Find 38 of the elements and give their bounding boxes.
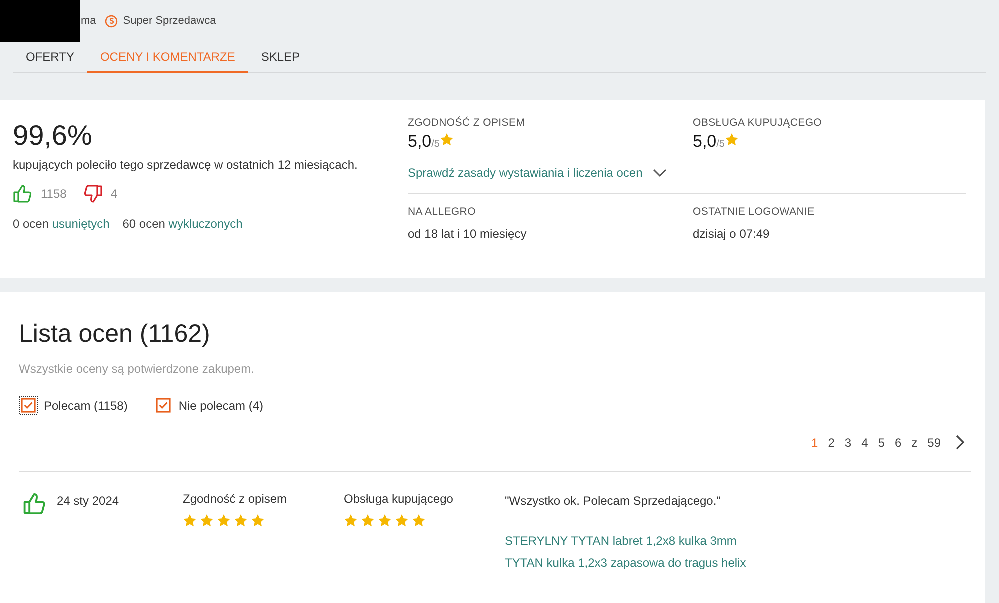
- page-link[interactable]: 4: [856, 436, 874, 450]
- criterion-label: Obsługa kupującego: [344, 492, 454, 506]
- review-comment: "Wszystko ok. Polecam Sprzedającego.": [505, 494, 722, 508]
- section-note: Wszystkie oceny są potwierdzone zakupem.: [19, 362, 256, 376]
- rating-label: ZGODNOŚĆ Z OPISEM: [408, 117, 526, 129]
- recommend-percent: 99,6%: [13, 120, 94, 152]
- section-title: Lista ocen (1162): [19, 320, 212, 349]
- rating-score: 5,0/5: [693, 132, 725, 152]
- page-link[interactable]: 3: [840, 436, 857, 450]
- recommend-caption: kupujących poleciło tego sprzedawcę w ostatnich 12 miesiącach.: [13, 158, 359, 172]
- info-value: od 18 lat i 10 miesięcy: [408, 227, 528, 241]
- info-value: dzisiaj o 07:49: [693, 227, 771, 241]
- page-link[interactable]: 5: [873, 436, 890, 450]
- excluded-link[interactable]: wykluczonych: [168, 217, 243, 231]
- rating-label: OBSŁUGA KUPUJĄCEGO: [693, 117, 824, 129]
- seller-status-label: Super Sprzedawca: [123, 15, 216, 27]
- tab[interactable]: OFERTY: [13, 42, 88, 73]
- negative-count: 4: [110, 187, 118, 201]
- excluded-ratings-text: 60 ocen wykluczonych: [122, 217, 243, 231]
- product-link[interactable]: STERYLNY TYTAN labret 1,2x8 kulka 3mm: [505, 534, 737, 548]
- positive-count: 1158: [41, 187, 67, 201]
- seller-name: ma: [81, 15, 96, 27]
- page-separator: z: [910, 436, 919, 450]
- filter-checkbox[interactable]: Nie polecam (4): [154, 396, 264, 415]
- product-link[interactable]: TYTAN kulka 1,2x3 zapasowa do tragus helix: [505, 556, 746, 570]
- criterion-label: Zgodność z opisem: [183, 492, 288, 506]
- rules-link[interactable]: Sprawdź zasady wystawiania i liczenia ocen: [408, 166, 667, 180]
- info-label: NA ALLEGRO: [408, 206, 477, 218]
- filter-checkbox[interactable]: Polecam (1158): [19, 396, 128, 415]
- info-label: OSTATNIE LOGOWANIE: [693, 206, 816, 218]
- page-link[interactable]: 6: [890, 436, 907, 450]
- page-link[interactable]: 2: [823, 436, 840, 450]
- rating-score: 5,0/5: [408, 132, 440, 152]
- removed-ratings-text: 0 ocen usuniętych: [13, 217, 110, 231]
- last-page-link[interactable]: 59: [922, 436, 946, 450]
- tab[interactable]: SKLEP: [248, 42, 314, 73]
- review-date: 24 sty 2024: [57, 494, 120, 508]
- removed-link[interactable]: usuniętych: [52, 217, 110, 231]
